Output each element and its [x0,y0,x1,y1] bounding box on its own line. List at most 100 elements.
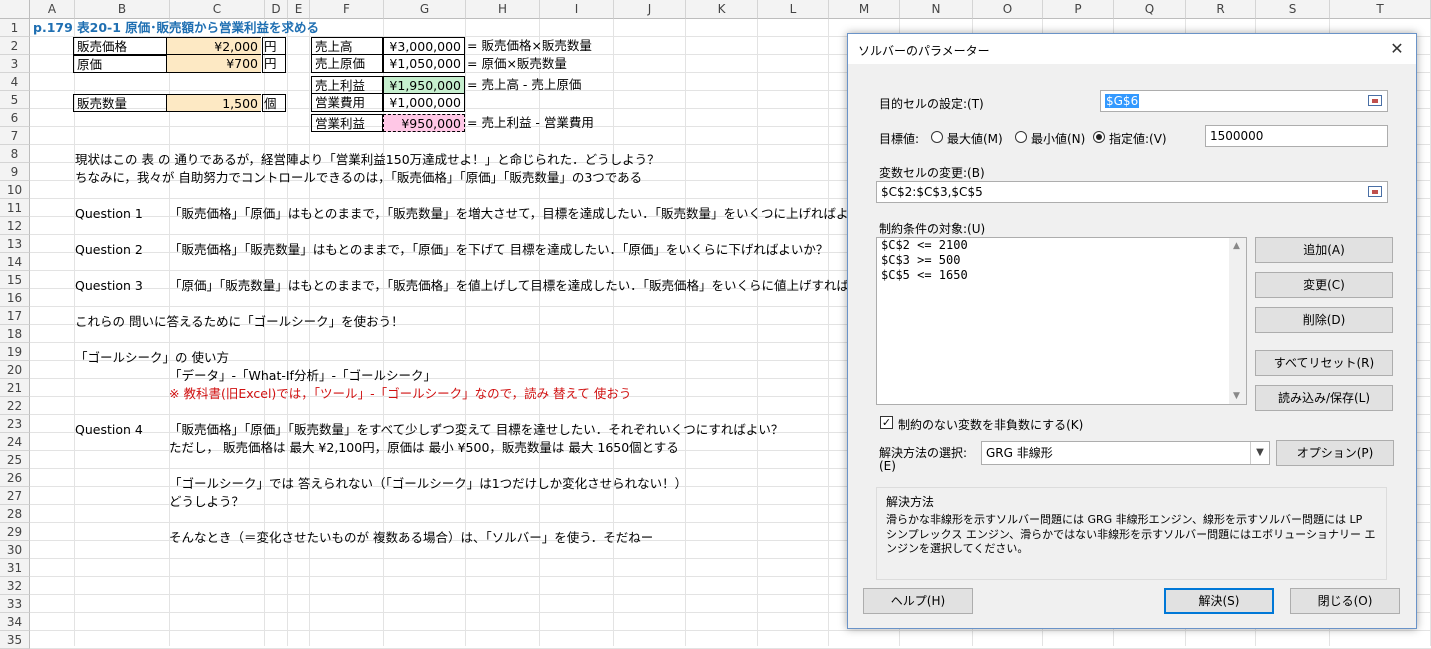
row-header[interactable]: 22 [0,397,30,415]
range-select-icon[interactable] [1366,93,1384,109]
row-header[interactable]: 13 [0,235,30,253]
column-header[interactable]: L [758,0,829,19]
changing-cells-field[interactable]: $C$2:$C$3,$C$5 [876,181,1388,203]
calc-label-sales[interactable]: 売上高 [311,37,383,55]
row-header[interactable]: 35 [0,631,30,649]
constraints-list[interactable]: $C$2 <= 2100 $C$3 >= 500 $C$5 <= 1650 ▲ … [876,237,1247,405]
scroll-down-icon[interactable]: ▼ [1233,391,1240,401]
objective-field[interactable]: $G$6 [1100,90,1388,112]
calc-label-gross[interactable]: 売上利益 [311,76,383,94]
select-all-corner[interactable] [0,0,30,19]
radio-min[interactable] [1015,131,1027,143]
solver-parameters-dialog[interactable]: ソルバーのパラメーター ✕ 目的セルの設定:(T) $G$6 目標値: 最大値(… [847,33,1417,629]
constraint-item[interactable]: $C$5 <= 1650 [877,268,1246,283]
radio-max-label[interactable]: 最大値(M) [947,130,1003,147]
chevron-down-icon[interactable]: ▼ [1250,442,1269,464]
calc-value-opprofit[interactable]: ¥950,000 [383,114,465,132]
solve-button[interactable]: 解決(S) [1164,588,1274,614]
help-button[interactable]: ヘルプ(H) [863,588,973,614]
column-header[interactable]: J [614,0,686,19]
input-value-cost[interactable]: ¥700 [167,55,261,73]
calc-label-opprofit[interactable]: 営業利益 [311,114,383,132]
input-label-price[interactable]: 販売価格 [73,37,167,55]
row-header[interactable]: 4 [0,73,30,91]
input-value-qty[interactable]: 1,500 [167,94,261,112]
row-header[interactable]: 17 [0,307,30,325]
row-header[interactable]: 34 [0,613,30,631]
input-unit-qty[interactable]: 個 [262,94,286,112]
nonneg-label[interactable]: 制約のない変数を非負数にする(K) [898,416,1083,433]
constraint-item[interactable]: $C$2 <= 2100 [877,238,1246,253]
reset-all-button[interactable]: すべてリセット(R) [1255,350,1393,376]
range-select-icon[interactable] [1366,184,1384,200]
row-header[interactable]: 9 [0,163,30,181]
radio-min-label[interactable]: 最小値(N) [1031,130,1085,147]
row-header[interactable]: 30 [0,541,30,559]
column-header[interactable]: T [1330,0,1431,19]
row-header[interactable]: 18 [0,325,30,343]
row-header[interactable]: 6 [0,109,30,127]
row-header[interactable]: 19 [0,343,30,361]
row-header[interactable]: 5 [0,91,30,109]
row-header[interactable]: 24 [0,433,30,451]
row-header[interactable]: 31 [0,559,30,577]
row-header[interactable]: 3 [0,55,30,73]
constraint-item[interactable]: $C$3 >= 500 [877,253,1246,268]
column-header[interactable]: S [1256,0,1330,19]
column-header[interactable]: A [30,0,75,19]
column-header[interactable]: G [384,0,466,19]
row-header[interactable]: 8 [0,145,30,163]
row-header[interactable]: 33 [0,595,30,613]
calc-value-opex[interactable]: ¥1,000,000 [383,94,465,112]
target-value-input[interactable]: 1500000 [1205,125,1388,147]
input-label-qty[interactable]: 販売数量 [73,94,167,112]
row-header[interactable]: 29 [0,523,30,541]
calc-value-gross[interactable]: ¥1,950,000 [383,76,465,94]
row-header[interactable]: 20 [0,361,30,379]
close-icon[interactable]: ✕ [1386,38,1408,60]
column-header[interactable]: N [900,0,973,19]
input-unit-cost[interactable]: 円 [262,55,286,73]
row-header[interactable]: 16 [0,289,30,307]
column-header[interactable]: Q [1114,0,1186,19]
row-header[interactable]: 25 [0,451,30,469]
column-header[interactable]: D [265,0,288,19]
row-header[interactable]: 21 [0,379,30,397]
column-header[interactable]: F [310,0,384,19]
column-header[interactable]: B [75,0,170,19]
input-unit-price[interactable]: 円 [262,37,286,55]
column-header[interactable]: K [686,0,758,19]
column-header[interactable]: I [540,0,614,19]
row-header[interactable]: 28 [0,505,30,523]
row-header[interactable]: 26 [0,469,30,487]
row-header[interactable]: 10 [0,181,30,199]
row-header[interactable]: 27 [0,487,30,505]
method-select[interactable]: GRG 非線形 ▼ [981,441,1270,465]
change-button[interactable]: 変更(C) [1255,272,1393,298]
radio-max[interactable] [931,131,943,143]
calc-label-cogs[interactable]: 売上原価 [311,55,383,73]
radio-value[interactable] [1093,131,1105,143]
column-header[interactable]: H [466,0,540,19]
column-header[interactable]: O [973,0,1043,19]
row-header[interactable]: 32 [0,577,30,595]
column-header[interactable]: M [829,0,900,19]
row-header[interactable]: 23 [0,415,30,433]
load-save-button[interactable]: 読み込み/保存(L) [1255,385,1393,411]
radio-value-label[interactable]: 指定値:(V) [1109,130,1167,147]
row-header[interactable]: 7 [0,127,30,145]
column-header[interactable]: E [288,0,310,19]
row-header[interactable]: 12 [0,217,30,235]
input-label-cost[interactable]: 原価 [73,55,167,73]
close-button[interactable]: 閉じる(O) [1290,588,1400,614]
scroll-up-icon[interactable]: ▲ [1233,241,1240,251]
column-header[interactable]: R [1186,0,1256,19]
row-header[interactable]: 1 [0,19,30,37]
calc-value-sales[interactable]: ¥3,000,000 [383,37,465,55]
column-header[interactable]: C [170,0,265,19]
dialog-titlebar[interactable]: ソルバーのパラメーター ✕ [848,34,1416,64]
delete-button[interactable]: 削除(D) [1255,307,1393,333]
row-header[interactable]: 15 [0,271,30,289]
row-header[interactable]: 14 [0,253,30,271]
column-header[interactable]: P [1043,0,1114,19]
